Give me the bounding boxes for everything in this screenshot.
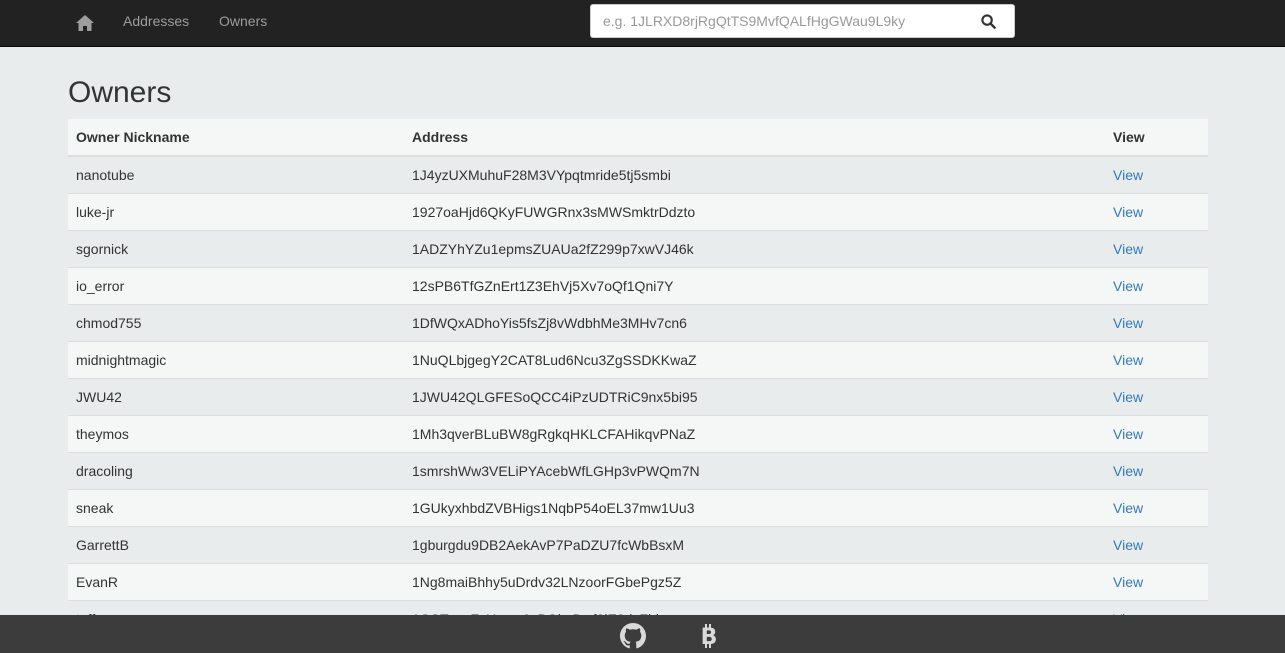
view-link[interactable]: View xyxy=(1113,315,1143,331)
view-link[interactable]: View xyxy=(1113,574,1143,590)
search-icon xyxy=(980,13,996,29)
nav-addresses-link[interactable]: Addresses xyxy=(123,0,189,46)
table-row: io_error 12sPB6TfGZnErt1Z3EhVj5Xv7oQf1Qni… xyxy=(68,267,1208,305)
view-cell: View xyxy=(1105,341,1208,379)
view-cell: View xyxy=(1105,452,1208,490)
address-cell: 1Mh3qverBLuBW8gRgkqHKLCFAHikqvPNaZ xyxy=(404,415,1105,453)
footer-bar: B xyxy=(0,615,1285,653)
address-cell: 1ADZYhYZu1epmsZUAUa2fZ299p7xwVJ46k xyxy=(404,230,1105,268)
table-row: JWU42 1JWU42QLGFESoQCC4iPzUDTRiC9nx5bi95 V… xyxy=(68,378,1208,416)
view-cell: View xyxy=(1105,489,1208,527)
view-cell: View xyxy=(1105,378,1208,416)
view-link[interactable]: View xyxy=(1113,241,1143,257)
address-cell: 1GUkyxhbdZVBHigs1NqbP54oEL37mw1Uu3 xyxy=(404,489,1105,527)
owner-nickname-cell: midnightmagic xyxy=(68,341,404,379)
github-icon xyxy=(620,623,646,649)
view-link[interactable]: View xyxy=(1113,389,1143,405)
view-cell: View xyxy=(1105,415,1208,453)
header-owner-nickname: Owner Nickname xyxy=(68,119,404,157)
owner-nickname-cell: sneak xyxy=(68,489,404,527)
search-button[interactable] xyxy=(962,5,1014,37)
address-cell: 12sPB6TfGZnErt1Z3EhVj5Xv7oQf1Qni7Y xyxy=(404,267,1105,305)
view-link[interactable]: View xyxy=(1113,278,1143,294)
owners-table-body: nanotube 1J4yzUXMuhuF28M3VYpqtmride5tj5sm… xyxy=(68,155,1208,637)
address-cell: 1J4yzUXMuhuF28M3VYpqtmride5tj5smbi xyxy=(404,155,1105,194)
view-link[interactable]: View xyxy=(1113,500,1143,516)
address-cell: 1gburgdu9DB2AekAvP7PaDZU7fcWbBsxM xyxy=(404,526,1105,564)
address-cell: 1JWU42QLGFESoQCC4iPzUDTRiC9nx5bi95 xyxy=(404,378,1105,416)
view-cell: View xyxy=(1105,563,1208,601)
owner-nickname-cell: theymos xyxy=(68,415,404,453)
top-navbar: Addresses Owners xyxy=(0,0,1285,47)
table-row: sgornick 1ADZYhYZu1epmsZUAUa2fZ299p7xwVJ4… xyxy=(68,230,1208,268)
view-link[interactable]: View xyxy=(1113,426,1143,442)
home-icon xyxy=(76,15,94,31)
owners-table: Owner Nickname Address View nanotube 1J4y… xyxy=(68,119,1208,637)
home-link[interactable] xyxy=(68,0,102,46)
address-cell: 1NuQLbjgegY2CAT8Lud6Ncu3ZgSSDKKwaZ xyxy=(404,341,1105,379)
owner-nickname-cell: sgornick xyxy=(68,230,404,268)
owner-nickname-cell: JWU42 xyxy=(68,378,404,416)
search-form xyxy=(590,4,1015,38)
table-row: chmod755 1DfWQxADhoYis5fsZj8vWdbhMe3MHv7c… xyxy=(68,304,1208,342)
view-cell: View xyxy=(1105,526,1208,564)
table-row: midnightmagic 1NuQLbjgegY2CAT8Lud6Ncu3ZgS… xyxy=(68,341,1208,379)
view-cell: View xyxy=(1105,230,1208,268)
address-cell: 1DfWQxADhoYis5fsZj8vWdbhMe3MHv7cn6 xyxy=(404,304,1105,342)
view-link[interactable]: View xyxy=(1113,352,1143,368)
owner-nickname-cell: dracoling xyxy=(68,452,404,490)
table-row: dracoling 1smrshWw3VELiPYAcebWfLGHp3vPWQm… xyxy=(68,452,1208,490)
view-cell: View xyxy=(1105,193,1208,231)
header-address: Address xyxy=(404,119,1105,157)
address-cell: 1927oaHjd6QKyFUWGRnx3sMWSmktrDdzto xyxy=(404,193,1105,231)
table-row: sneak 1GUkyxhbdZVBHigs1NqbP54oEL37mw1Uu3 V… xyxy=(68,489,1208,527)
address-cell: 1smrshWw3VELiPYAcebWfLGHp3vPWQm7N xyxy=(404,452,1105,490)
view-link[interactable]: View xyxy=(1113,463,1143,479)
owner-nickname-cell: GarrettB xyxy=(68,526,404,564)
owner-nickname-cell: luke-jr xyxy=(68,193,404,231)
header-view: View xyxy=(1105,119,1208,157)
view-cell: View xyxy=(1105,267,1208,305)
view-cell: View xyxy=(1105,304,1208,342)
table-row: GarrettB 1gburgdu9DB2AekAvP7PaDZU7fcWbBsx… xyxy=(68,526,1208,564)
owner-nickname-cell: EvanR xyxy=(68,563,404,601)
table-row: nanotube 1J4yzUXMuhuF28M3VYpqtmride5tj5sm… xyxy=(68,155,1208,194)
search-input[interactable] xyxy=(591,5,961,37)
owner-nickname-cell: chmod755 xyxy=(68,304,404,342)
table-header-row: Owner Nickname Address View xyxy=(68,119,1208,157)
table-row: theymos 1Mh3qverBLuBW8gRgkqHKLCFAHikqvPNa… xyxy=(68,415,1208,453)
table-row: luke-jr 1927oaHjd6QKyFUWGRnx3sMWSmktrDdzt… xyxy=(68,193,1208,231)
bitcoin-icon: B xyxy=(701,624,717,649)
nav-owners-link[interactable]: Owners xyxy=(219,0,267,46)
view-link[interactable]: View xyxy=(1113,537,1143,553)
main-content: Owners Owner Nickname Address View nanot… xyxy=(68,56,1208,637)
owner-nickname-cell: io_error xyxy=(68,267,404,305)
view-link[interactable]: View xyxy=(1113,204,1143,220)
address-cell: 1Ng8maiBhhy5uDrdv32LNzoorFGbePgz5Z xyxy=(404,563,1105,601)
table-row: EvanR 1Ng8maiBhhy5uDrdv32LNzoorFGbePgz5Z V… xyxy=(68,563,1208,601)
bitcoin-link[interactable]: B xyxy=(696,623,722,649)
owner-nickname-cell: nanotube xyxy=(68,155,404,194)
page-title: Owners xyxy=(68,76,172,109)
view-link[interactable]: View xyxy=(1113,167,1143,183)
view-cell: View xyxy=(1105,155,1208,194)
github-link[interactable] xyxy=(620,623,646,649)
